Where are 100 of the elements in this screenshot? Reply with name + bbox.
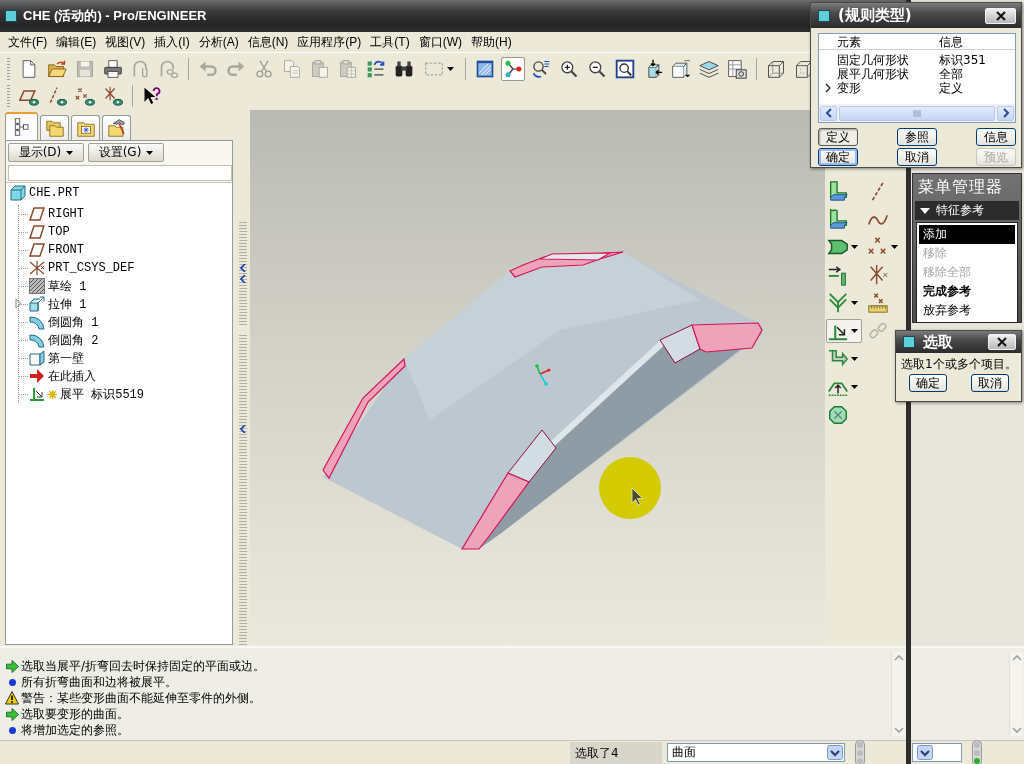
menu-item[interactable]: 帮助(H) [469,33,514,51]
table-cell[interactable]: 固定几何形状 [837,53,939,67]
tree-item[interactable]: TOP [29,223,72,241]
menu-manager-title: 菜单管理器 [917,176,1004,198]
caret-icon [851,385,858,389]
close-button[interactable] [988,334,1016,350]
saved-views-icon [671,58,691,79]
menu-item[interactable]: 信息(N) [245,33,291,51]
sheet-wall-icon [827,180,849,202]
tree-item[interactable]: 展平 标识5519 [29,385,146,403]
paste-special-icon [338,58,358,79]
prompt-arrow-icon [5,707,19,721]
dialog-button[interactable]: 确定 [909,374,947,392]
panel-tab[interactable] [102,115,131,140]
traffic-light-icon [972,739,982,764]
splitter-handle[interactable] [239,335,247,646]
splitter-handle[interactable] [239,222,247,327]
menu-item[interactable]: 文件(F) [6,33,50,51]
menu-item[interactable]: 插入(I) [152,33,192,51]
tree-item[interactable]: PRT_CSYS_DEF [29,259,137,277]
dialog-button[interactable]: 参照 [897,128,937,146]
dialog-button[interactable]: 取消 [897,148,937,166]
info-dot-icon [8,678,16,686]
tree-item[interactable]: FRONT [29,241,86,259]
close-button[interactable] [985,7,1016,24]
tree-icon [12,118,31,136]
tree-item[interactable]: 拉伸 1 [29,295,89,313]
caret-icon [851,357,858,361]
csys-display-icon [103,85,123,106]
tree-item[interactable]: 草绘 1 [29,277,89,295]
grip-icon [913,109,921,117]
menu-item[interactable]: 工具(T) [368,33,412,51]
panel-tab[interactable] [40,115,69,140]
scrollbar[interactable] [1009,652,1023,736]
tree-item[interactable]: 在此插入 [29,367,98,385]
arrow-icon [29,368,45,384]
horizontal-scrollbar[interactable] [819,104,1015,122]
tree-item[interactable]: CHE.PRT [10,184,82,202]
cursor-halo-icon [599,457,661,519]
link-icon [159,58,179,79]
menu-item[interactable]: 放弃参考 [919,301,1015,320]
dialog-title: (规则类型) [838,6,912,25]
menu-item[interactable]: 视图(V) [103,33,148,51]
round-icon [29,314,45,330]
table-cell[interactable]: 展平几何形状 [837,67,939,81]
dialog-title: 选取 [923,332,953,352]
dialog-button[interactable]: 定义 [818,128,858,146]
datum-plane-icon [29,224,45,240]
menu-item[interactable]: 编辑(E) [54,33,99,51]
tree-item[interactable]: RIGHT [29,205,86,223]
menu-item[interactable]: 分析(A) [196,33,241,51]
panel-tab[interactable] [71,115,100,140]
folder-star-icon [76,119,95,137]
scrollbar-thumb[interactable] [839,105,995,121]
unbend-button[interactable] [826,319,862,343]
menu-item[interactable]: 添加 [919,225,1015,244]
table-cell-text: 定义 [939,81,964,95]
window-icon [903,336,915,348]
warning-icon [5,691,19,705]
extend-icon [827,264,849,286]
dialog-button[interactable]: 取消 [971,374,1009,392]
tree-item[interactable]: 倒圆角 1 [29,313,101,331]
dropdown-field[interactable] [912,743,962,762]
dropdown-button[interactable]: 设置(G) [88,143,164,162]
filter-field[interactable] [8,165,232,181]
help-cursor-icon [142,85,162,106]
section-header[interactable]: 特征参考 [915,201,1019,220]
close-icon [997,337,1007,347]
dialog-button[interactable]: 确定 [818,148,858,166]
panel-tab[interactable] [5,112,38,140]
save-icon [75,58,95,79]
column-header: 信息 [939,34,964,49]
table-cell-text: 标识351 [939,53,987,67]
scroll-down-icon [1011,726,1022,734]
table-cell[interactable]: 变形 [837,81,939,95]
copy-icon [282,58,302,79]
view-manager-icon [727,58,747,79]
spin-center-button[interactable] [501,56,525,81]
caret-icon [851,329,858,333]
cursor-icon [631,487,643,506]
close-icon [995,10,1006,21]
caret-icon [851,245,858,249]
folders-icon [45,119,64,137]
filter-dropdown[interactable]: 曲面 [667,743,845,762]
point-ruler-icon [867,292,889,314]
caret-icon [146,150,154,155]
prompt-text: 选取1个或多个项目。 [900,356,1018,371]
datum-plane-icon [29,242,45,258]
wall-icon [29,350,45,366]
dialog-button[interactable]: 信息 [976,128,1016,146]
menu-item[interactable]: 窗口(W) [416,33,464,51]
menu-item[interactable]: 完成参考 [919,282,1015,301]
menu-item[interactable]: 应用程序(P) [295,33,364,51]
scroll-down-icon [893,726,904,734]
dropdown-button[interactable]: 显示(D) [8,143,84,162]
hatched-square-icon [29,278,45,294]
tree-item[interactable]: 倒圆角 2 [29,331,101,349]
selection-status: 选取了4 [570,741,662,764]
scrollbar[interactable] [891,652,905,736]
tree-item[interactable]: 第一壁 [29,349,86,367]
